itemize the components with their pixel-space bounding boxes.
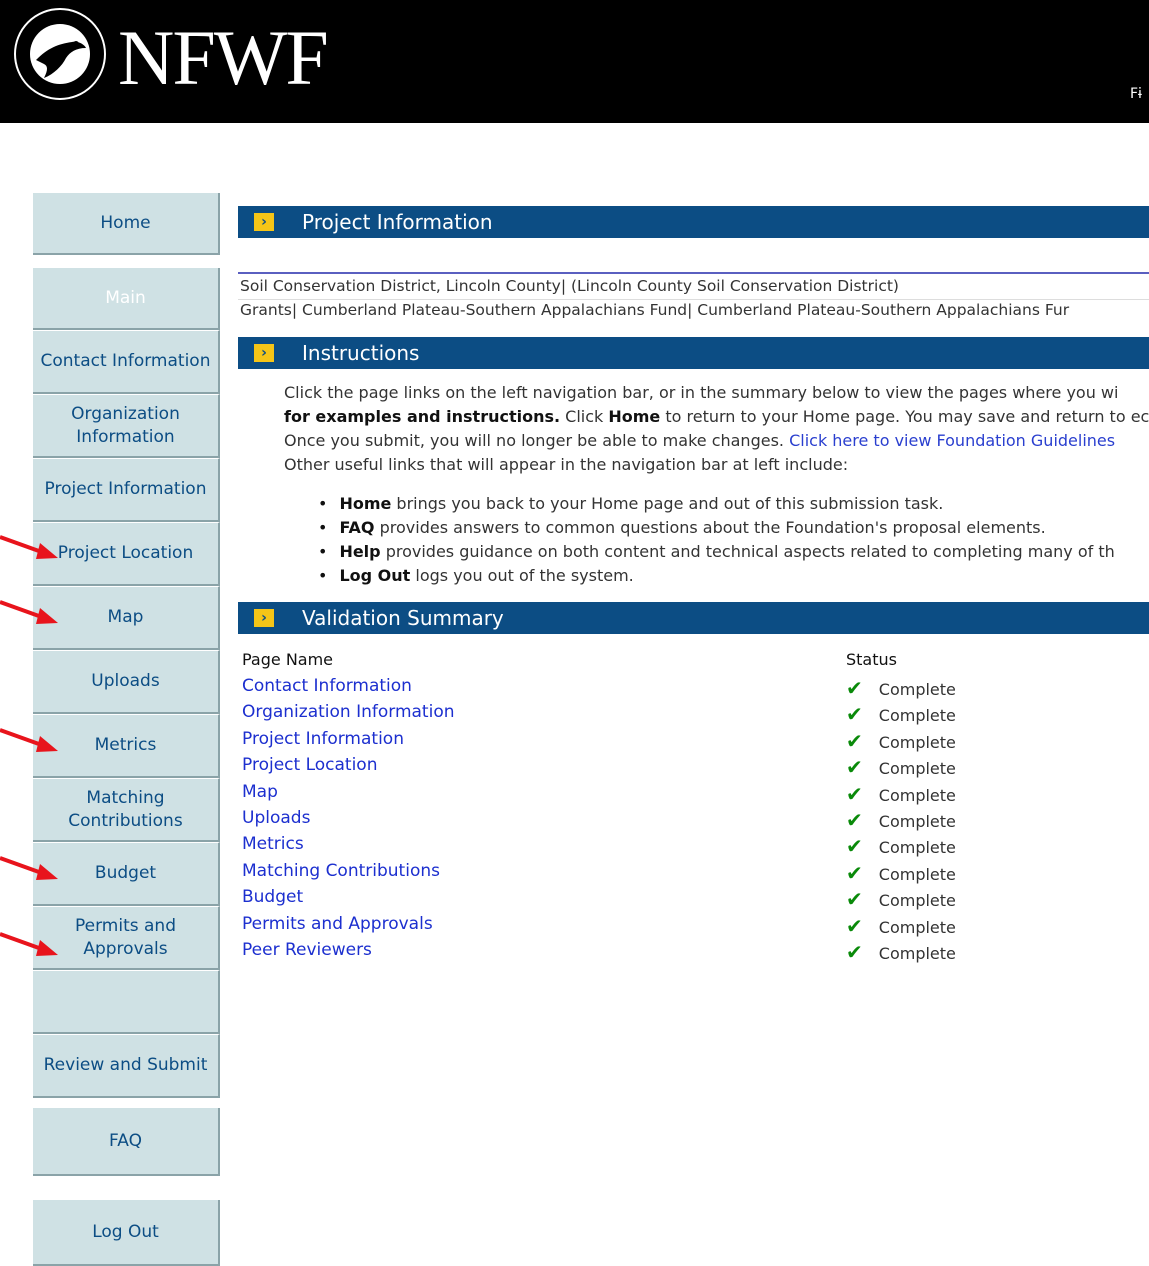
divider bbox=[238, 299, 1149, 300]
checkmark-icon: ✔ bbox=[846, 940, 863, 964]
chevron-right-icon: › bbox=[254, 213, 274, 231]
left-navigation: Home Main Contact Information Organizati… bbox=[0, 123, 230, 1266]
header-right-text: Fɨ bbox=[1130, 86, 1142, 102]
red-arrow-icon bbox=[0, 728, 58, 752]
nav-budget[interactable]: Budget bbox=[33, 842, 220, 906]
foundation-guidelines-link[interactable]: Click here to view Foundation Guidelines bbox=[789, 431, 1115, 450]
status-cell: ✔ Complete bbox=[846, 834, 956, 858]
chevron-right-icon: › bbox=[254, 344, 274, 362]
list-item: Log Out logs you out of the system. bbox=[318, 564, 1149, 588]
status-text: Complete bbox=[878, 944, 956, 963]
instructions-p1: Click the page links on the left navigat… bbox=[284, 383, 1119, 402]
validation-page-link[interactable]: Map bbox=[242, 782, 278, 802]
column-header-page-name: Page Name bbox=[242, 650, 334, 669]
site-header: NFWF Fɨ bbox=[0, 0, 1149, 123]
status-cell: ✔ Complete bbox=[846, 729, 956, 753]
validation-summary-header: › Validation Summary bbox=[238, 602, 1149, 634]
status-cell: ✔ Complete bbox=[846, 887, 956, 911]
validation-page-link[interactable]: Project Location bbox=[242, 755, 377, 775]
red-arrow-icon bbox=[0, 535, 58, 559]
section-title: Project Information bbox=[302, 210, 493, 234]
validation-page-link[interactable]: Metrics bbox=[242, 834, 304, 854]
validation-page-link[interactable]: Budget bbox=[242, 887, 303, 907]
status-text: Complete bbox=[878, 706, 956, 726]
red-arrow-icon bbox=[0, 600, 58, 624]
status-cell: ✔ Complete bbox=[846, 702, 956, 726]
status-text: Complete bbox=[878, 838, 956, 858]
instructions-p4: Other useful links that will appear in t… bbox=[284, 455, 849, 474]
validation-page-link[interactable]: Organization Information bbox=[242, 702, 455, 722]
red-arrow-icon bbox=[0, 856, 58, 880]
instructions-text: Click the page links on the left navigat… bbox=[284, 381, 1149, 477]
status-text: Complete bbox=[878, 917, 956, 937]
checkmark-icon: ✔ bbox=[846, 728, 863, 753]
section-title: Instructions bbox=[302, 341, 420, 365]
column-header-status: Status bbox=[846, 650, 897, 669]
red-arrow-icon bbox=[0, 932, 58, 956]
checkmark-icon: ✔ bbox=[846, 860, 863, 885]
status-text: Complete bbox=[878, 812, 956, 831]
list-item: Home brings you back to your Home page a… bbox=[318, 492, 1149, 516]
validation-page-link[interactable]: Peer Reviewers bbox=[242, 940, 372, 960]
nav-home-button[interactable]: Home bbox=[33, 193, 220, 255]
status-cell: ✔ Complete bbox=[846, 914, 956, 938]
checkmark-icon: ✔ bbox=[846, 676, 863, 700]
nav-project-information[interactable]: Project Information bbox=[33, 458, 220, 522]
status-cell: ✔ Complete bbox=[846, 755, 956, 779]
project-info-line-1: Soil Conservation District, Lincoln Coun… bbox=[240, 277, 899, 295]
nav-matching-contributions[interactable]: Matching Contributions bbox=[33, 778, 220, 842]
checkmark-icon: ✔ bbox=[846, 755, 863, 780]
checkmark-icon: ✔ bbox=[846, 913, 863, 938]
instructions-p2: for examples and instructions. Click Hom… bbox=[284, 407, 1149, 426]
status-cell: ✔ Complete bbox=[846, 808, 956, 832]
project-info-line-2: Grants| Cumberland Plateau-Southern Appa… bbox=[240, 301, 1070, 319]
checkmark-icon: ✔ bbox=[846, 702, 863, 727]
status-text: Complete bbox=[878, 732, 956, 752]
nav-logout-button[interactable]: Log Out bbox=[33, 1200, 220, 1266]
status-cell: ✔ Complete bbox=[846, 940, 956, 964]
nav-empty-slot bbox=[33, 970, 220, 1034]
nav-faq-button[interactable]: FAQ bbox=[33, 1108, 220, 1176]
validation-page-link[interactable]: Uploads bbox=[242, 808, 310, 828]
checkmark-icon: ✔ bbox=[846, 781, 863, 806]
status-text: Complete bbox=[878, 891, 956, 911]
list-item: Help provides guidance on both content a… bbox=[318, 540, 1149, 564]
nav-contact-information[interactable]: Contact Information bbox=[33, 330, 220, 394]
nfwf-logo-icon bbox=[14, 8, 106, 100]
status-text: Complete bbox=[878, 785, 956, 805]
status-cell: ✔ Complete bbox=[846, 782, 956, 806]
validation-page-link[interactable]: Permits and Approvals bbox=[242, 914, 433, 934]
validation-page-link[interactable]: Project Information bbox=[242, 729, 404, 749]
validation-page-link[interactable]: Matching Contributions bbox=[242, 861, 440, 881]
status-cell: ✔ Complete bbox=[846, 861, 956, 885]
checkmark-icon: ✔ bbox=[846, 808, 863, 832]
nav-metrics[interactable]: Metrics bbox=[33, 714, 220, 778]
instructions-header: › Instructions bbox=[238, 337, 1149, 369]
checkmark-icon: ✔ bbox=[846, 834, 863, 859]
status-text: Complete bbox=[878, 680, 956, 699]
useful-links-list: Home brings you back to your Home page a… bbox=[318, 492, 1149, 588]
nav-permits-and-approvals[interactable]: Permits and Approvals bbox=[33, 906, 220, 970]
status-text: Complete bbox=[878, 759, 956, 779]
nav-review-and-submit[interactable]: Review and Submit bbox=[33, 1034, 220, 1098]
validation-page-link[interactable]: Contact Information bbox=[242, 676, 412, 696]
nav-organization-information[interactable]: Organization Information bbox=[33, 394, 220, 458]
project-information-header: › Project Information bbox=[238, 206, 1149, 238]
nav-project-location[interactable]: Project Location bbox=[33, 522, 220, 586]
logo-text: NFWF bbox=[118, 14, 329, 101]
divider bbox=[238, 272, 1149, 274]
nav-uploads[interactable]: Uploads bbox=[33, 650, 220, 714]
list-item: FAQ provides answers to common questions… bbox=[318, 516, 1149, 540]
section-title: Validation Summary bbox=[302, 606, 504, 630]
status-text: Complete bbox=[878, 864, 956, 884]
checkmark-icon: ✔ bbox=[846, 887, 863, 912]
nav-map[interactable]: Map bbox=[33, 586, 220, 650]
status-cell: ✔ Complete bbox=[846, 676, 956, 700]
instructions-p3: Once you submit, you will no longer be a… bbox=[284, 431, 1116, 450]
chevron-right-icon: › bbox=[254, 609, 274, 627]
nav-main-label: Main bbox=[33, 268, 220, 330]
